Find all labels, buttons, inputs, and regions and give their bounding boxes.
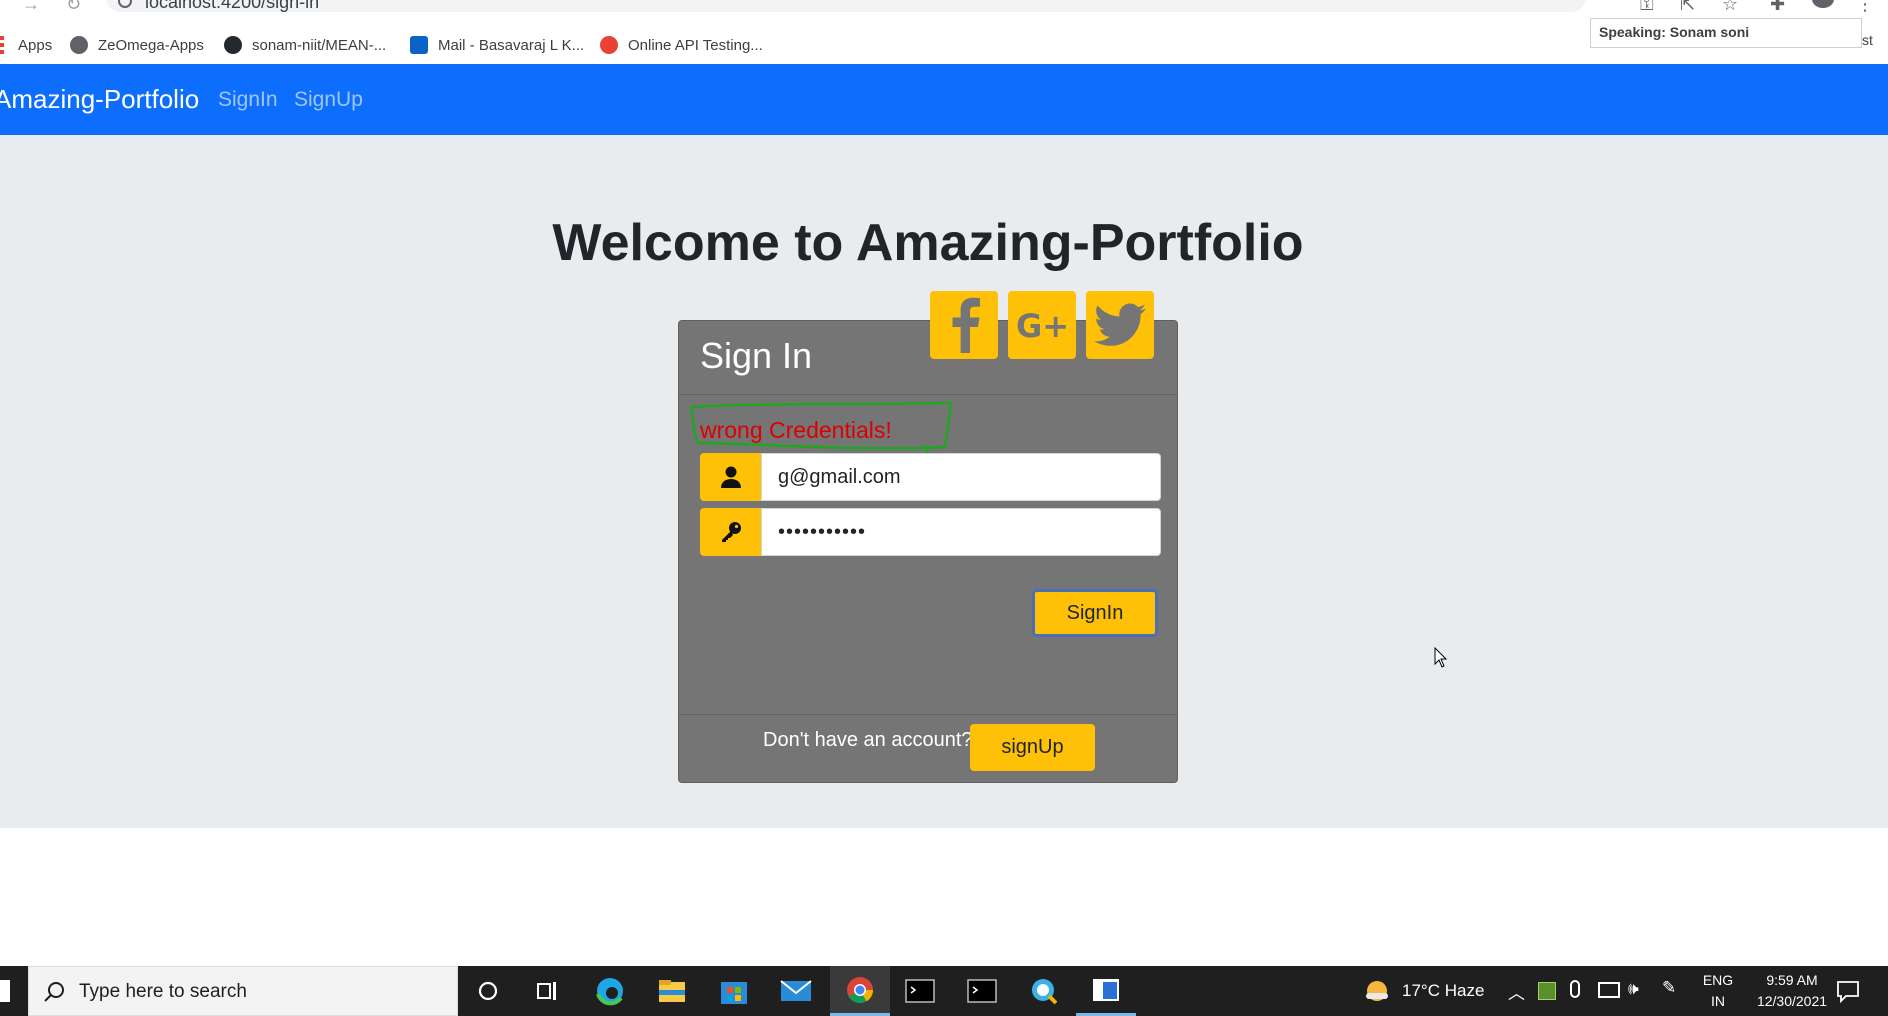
bookmark-label: Mail - Basavaraj L K... bbox=[438, 36, 585, 54]
signin-card: Sign In G+ wrong Credentials! g@gmail.co… bbox=[678, 291, 1178, 783]
facebook-button[interactable] bbox=[930, 291, 998, 359]
tooltip-tail-text: st bbox=[1862, 32, 1873, 48]
bookmark-zeomega[interactable]: ZeOmega-Apps bbox=[70, 26, 204, 64]
speaking-tooltip: Speaking: Sonam soni bbox=[1590, 18, 1862, 48]
card-title: Sign In bbox=[700, 335, 813, 376]
svg-text:G+: G+ bbox=[1016, 307, 1069, 345]
cortana-icon[interactable] bbox=[458, 966, 518, 1016]
password-input-group: ••••••••••• bbox=[700, 508, 1161, 556]
browser-toolbar: → ↻ localhost:4200/sign-in ⚿ ⇱ ☆ ✚ ⋮ bbox=[0, 0, 1888, 16]
pen-icon[interactable]: ✎ bbox=[1662, 978, 1676, 998]
taskbar-search[interactable]: Type here to search bbox=[28, 966, 458, 1016]
language-top[interactable]: ENG bbox=[1700, 972, 1736, 988]
volume-icon[interactable]: 🕪 bbox=[1628, 979, 1639, 999]
search-icon bbox=[44, 982, 64, 1002]
microphone-icon[interactable] bbox=[1570, 980, 1580, 998]
weather-icon bbox=[1366, 981, 1388, 1001]
file-explorer-icon[interactable] bbox=[642, 966, 702, 1016]
email-input-group: g@gmail.com bbox=[700, 453, 1161, 501]
no-account-text: Don't have an account? bbox=[763, 729, 973, 751]
signup-button[interactable]: signUp bbox=[970, 724, 1095, 771]
bookmark-api-testing[interactable]: Online API Testing... bbox=[600, 26, 763, 64]
windows-taskbar: Type here to search 17°C Haze ︿ 🕪 ✎ ENG … bbox=[0, 966, 1888, 1016]
store-icon[interactable] bbox=[704, 966, 764, 1016]
terminal-icon[interactable] bbox=[952, 966, 1012, 1016]
email-field[interactable]: g@gmail.com bbox=[761, 453, 1161, 501]
edge-icon[interactable] bbox=[580, 966, 640, 1016]
notification-icon[interactable] bbox=[1836, 979, 1860, 1003]
language-bottom[interactable]: IN bbox=[1700, 993, 1736, 1009]
bookmark-github[interactable]: sonam-niit/MEAN-... bbox=[224, 26, 386, 64]
weather-text[interactable]: 17°C Haze bbox=[1402, 981, 1484, 1001]
page-heading: Welcome to Amazing-Portfolio bbox=[552, 214, 1304, 272]
bookmark-mail[interactable]: Mail - Basavaraj L K... bbox=[410, 26, 584, 64]
bookmark-label: sonam-niit/MEAN-... bbox=[252, 36, 387, 54]
mouse-cursor-icon bbox=[1434, 647, 1448, 668]
key-icon bbox=[700, 508, 761, 556]
globe-icon bbox=[70, 36, 88, 54]
bookmark-label: Online API Testing... bbox=[628, 36, 763, 54]
profile-icon[interactable] bbox=[1812, 0, 1834, 8]
main-content: Welcome to Amazing-Portfolio Sign In G+ bbox=[0, 135, 1888, 828]
nav-link-signup[interactable]: SignUp bbox=[294, 88, 363, 112]
share-icon[interactable]: ⇱ bbox=[1680, 0, 1695, 15]
outlook-icon bbox=[410, 36, 428, 54]
key-icon[interactable]: ⚿ bbox=[1640, 0, 1654, 15]
user-icon bbox=[700, 453, 761, 501]
terminal-icon[interactable] bbox=[890, 966, 950, 1016]
signin-button[interactable]: SignIn bbox=[1032, 589, 1158, 637]
facebook-icon bbox=[952, 297, 980, 353]
reload-icon[interactable]: ↻ bbox=[66, 0, 81, 15]
start-button[interactable] bbox=[0, 980, 10, 1002]
app-window-icon[interactable] bbox=[1076, 966, 1136, 1016]
api-testing-icon bbox=[600, 36, 618, 54]
twitter-icon bbox=[1094, 303, 1146, 346]
twitter-button[interactable] bbox=[1086, 291, 1154, 359]
app-tray-icon[interactable] bbox=[1538, 982, 1556, 1000]
star-icon[interactable]: ☆ bbox=[1722, 0, 1738, 15]
github-icon bbox=[224, 36, 242, 54]
google-plus-icon: G+ bbox=[1016, 307, 1069, 345]
bookmark-label: Apps bbox=[18, 36, 53, 54]
address-url[interactable]: localhost:4200/sign-in bbox=[145, 0, 319, 13]
extensions-icon[interactable]: ✚ bbox=[1770, 0, 1785, 15]
mail-icon[interactable] bbox=[766, 966, 826, 1016]
google-plus-button[interactable]: G+ bbox=[1008, 291, 1076, 359]
chrome-icon[interactable] bbox=[830, 966, 890, 1016]
menu-icon[interactable]: ⋮ bbox=[1856, 0, 1874, 15]
navbar-brand[interactable]: Amazing-Portfolio bbox=[0, 84, 199, 115]
address-bar[interactable] bbox=[106, 0, 1586, 12]
nav-link-signin[interactable]: SignIn bbox=[218, 88, 278, 112]
bookmark-apps[interactable]: Apps bbox=[0, 26, 52, 64]
clock-date[interactable]: 12/30/2021 bbox=[1740, 993, 1844, 1009]
app-navbar: Amazing-Portfolio SignIn SignUp bbox=[0, 64, 1888, 135]
error-message: wrong Credentials! bbox=[700, 417, 892, 443]
chevron-up-icon[interactable]: ︿ bbox=[1508, 979, 1525, 1004]
password-field[interactable]: ••••••••••• bbox=[761, 508, 1161, 556]
search-placeholder: Type here to search bbox=[79, 981, 247, 1002]
network-icon[interactable] bbox=[1598, 982, 1620, 998]
clock-time[interactable]: 9:59 AM bbox=[1740, 972, 1844, 988]
browser-search-icon[interactable] bbox=[1014, 966, 1074, 1016]
card-footer: Don't have an account? signUp bbox=[679, 714, 1177, 782]
forward-icon[interactable]: → bbox=[22, 0, 40, 15]
task-view-icon[interactable] bbox=[518, 966, 578, 1016]
apps-icon bbox=[0, 36, 4, 54]
bookmark-label: ZeOmega-Apps bbox=[98, 36, 204, 54]
